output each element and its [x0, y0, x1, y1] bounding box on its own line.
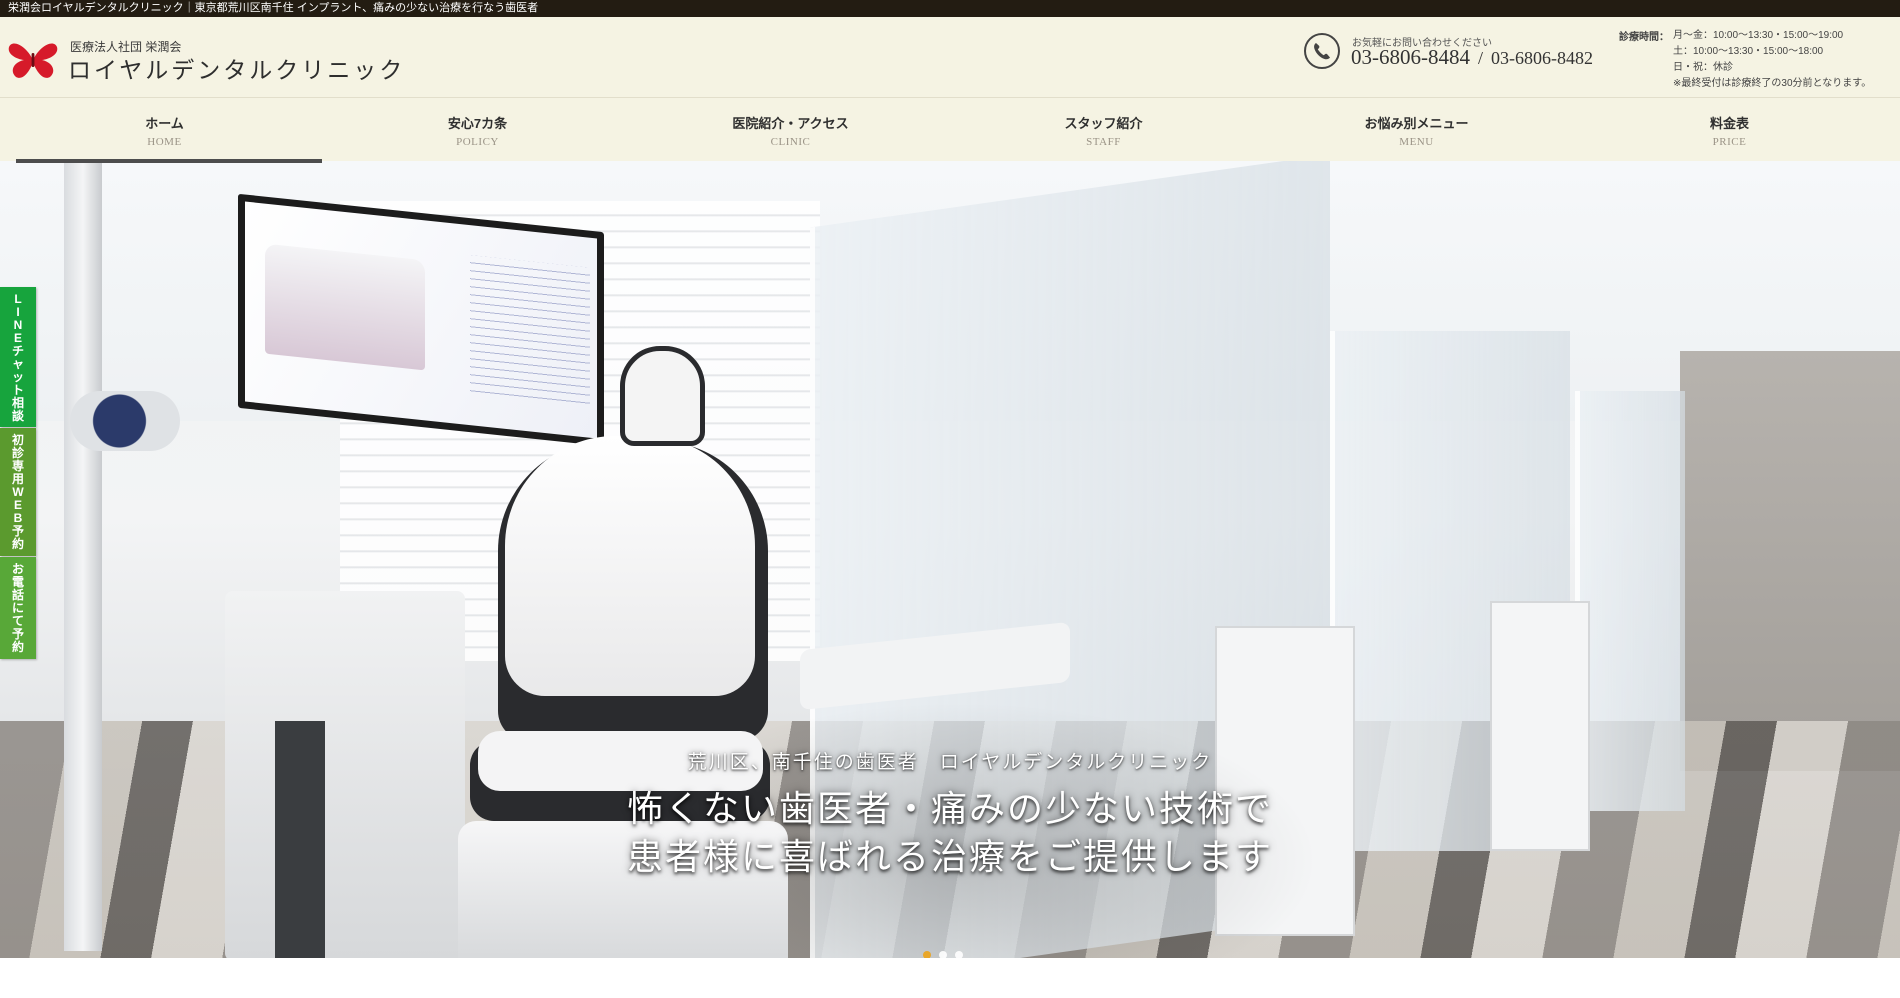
slider-dots — [923, 946, 971, 959]
side-button-label: お電話にて予約 — [11, 562, 24, 654]
nav-item-label: 料金表 — [1709, 116, 1749, 131]
phone-number-sub[interactable]: 03-6806-8482 — [1491, 48, 1593, 68]
hero-title-line: 患者様に喜ばれる治療をご提供します — [626, 837, 1273, 877]
hero-dental-unit — [225, 591, 465, 958]
nav-item-label: 医院紹介・アクセス — [732, 116, 849, 131]
hero-monitor — [238, 193, 604, 447]
phone-numbers: 03-6806-8484 / 03-6806-8482 — [1351, 45, 1593, 70]
nav-item-label: お悩み別メニュー — [1364, 116, 1469, 131]
nav-item-price[interactable]: 料金表 PRICE — [1573, 98, 1886, 161]
hero-title: 怖くない歯医者・痛みの少ない技術で 患者様に喜ばれる治療をご提供します — [0, 785, 1900, 881]
site-header: 医療法人社団 栄潤会 ロイヤルデンタルクリニック お気軽にお問い合わせください … — [0, 17, 1900, 98]
phone-separator: / — [1478, 48, 1484, 68]
nav-item-sublabel: HOME — [147, 136, 182, 148]
hero-title-line: 怖くない歯医者・痛みの少ない技術で — [626, 789, 1273, 829]
hero-monitor-tooth-graphic — [265, 243, 425, 371]
hours-line-saturday: 土：10:00〜13:30・15:00〜18:00 — [1673, 46, 1824, 57]
hours-list: 月〜金：10:00〜13:30・15:00〜19:00 土：10:00〜13:3… — [1673, 28, 1871, 92]
page-body-start — [0, 958, 1900, 998]
nav-item-menu[interactable]: お悩み別メニュー MENU — [1260, 98, 1573, 161]
hero-subtitle: 荒川区、南千住の歯医者 ロイヤルデンタルクリニック — [687, 752, 1213, 773]
hours-line-note: ※最終受付は診療終了の30分前となります。 — [1673, 78, 1872, 89]
top-info-bar: 栄潤会ロイヤルデンタルクリニック｜東京都荒川区南千住 インプラント、痛みの少ない… — [0, 0, 1900, 17]
clinic-name[interactable]: ロイヤルデンタルクリニック — [68, 51, 405, 85]
hours-label: 診療時間： — [1619, 32, 1669, 43]
nav-item-policy[interactable]: 安心7カ条 POLICY — [321, 98, 634, 161]
nav-item-sublabel: PRICE — [1712, 136, 1747, 148]
top-info-text: 栄潤会ロイヤルデンタルクリニック｜東京都荒川区南千住 インプラント、痛みの少ない… — [8, 2, 539, 14]
global-nav: ホーム HOME 安心7カ条 POLICY 医院紹介・アクセス CLINIC ス… — [0, 98, 1900, 163]
nav-item-sublabel: CLINIC — [770, 136, 811, 148]
side-button-label: LINEチャット相談 — [11, 292, 24, 423]
nav-item-home[interactable]: ホーム HOME — [8, 98, 322, 163]
nav-item-clinic[interactable]: 医院紹介・アクセス CLINIC — [634, 98, 947, 161]
phone-reservation-button[interactable]: お電話にて予約 — [0, 557, 36, 659]
nav-item-staff[interactable]: スタッフ紹介 STAFF — [947, 98, 1260, 161]
web-reservation-button[interactable]: 初診専用WEB予約 — [0, 428, 36, 556]
butterfly-logo-icon[interactable] — [8, 41, 58, 79]
nav-item-sublabel: MENU — [1399, 136, 1434, 148]
nav-item-label: ホーム — [145, 116, 184, 131]
nav-item-label: スタッフ紹介 — [1064, 116, 1143, 131]
hero-monitor-screen — [245, 201, 597, 439]
hero-monitor-text-graphic — [470, 255, 590, 408]
nav-item-sublabel: STAFF — [1086, 136, 1121, 148]
hero-dental-light — [70, 391, 180, 451]
phone-icon — [1304, 33, 1340, 69]
side-button-label: 初診専用WEB予約 — [11, 433, 24, 551]
nav-item-sublabel: POLICY — [456, 136, 499, 148]
line-chat-button[interactable]: LINEチャット相談 — [0, 287, 36, 427]
hero-chair-cushion — [505, 436, 755, 696]
hero-chair-headrest — [620, 346, 705, 446]
hours-line-weekday: 月〜金：10:00〜13:30・15:00〜19:00 — [1673, 30, 1844, 41]
hours-line-holiday: 日・祝：休診 — [1673, 62, 1733, 73]
hero-back-wall — [1680, 351, 1900, 771]
phone-number-main[interactable]: 03-6806-8484 — [1351, 45, 1470, 69]
nav-item-label: 安心7カ条 — [447, 116, 508, 131]
